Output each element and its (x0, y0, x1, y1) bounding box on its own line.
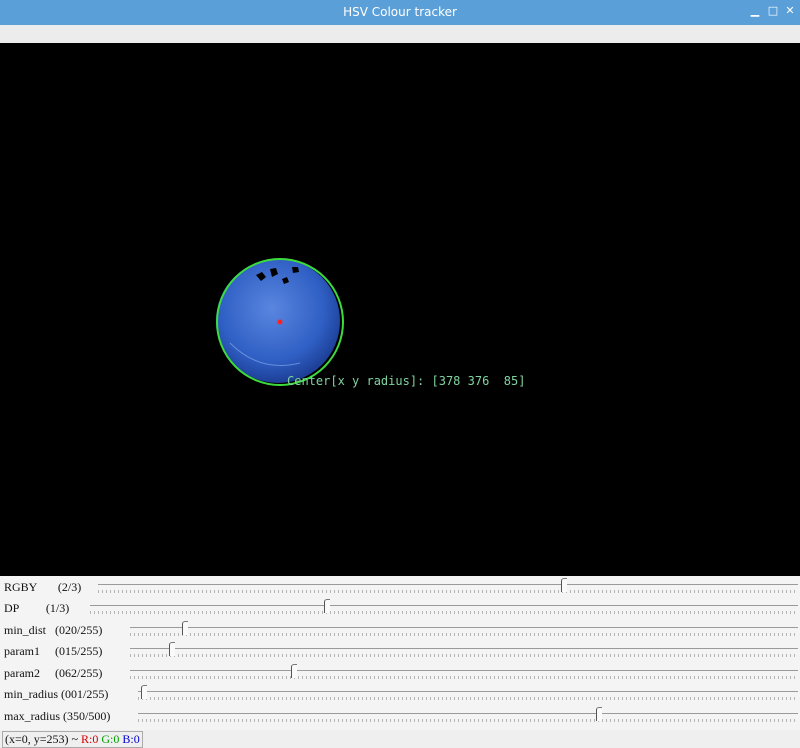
center-readout: Center[x y radius]: [378 376 85] (287, 374, 526, 388)
trackbar-label: param1 (015/255) (4, 644, 103, 658)
trackbar-rgby: RGBY (2/3) (0, 576, 800, 597)
trackbar-slider[interactable] (130, 664, 798, 679)
center-dot (277, 319, 283, 325)
pixel-info: (x=0, y=253) ~ R:0 G:0 B:0 (2, 731, 143, 748)
trackbar-slider[interactable] (90, 599, 798, 614)
close-button[interactable]: ✕ (783, 3, 797, 19)
blue-value: B:0 (122, 732, 140, 746)
trackbar-label: max_radius (350/500) (4, 709, 111, 723)
trackbar-max-radius: max_radius (350/500) (0, 705, 800, 726)
slider-handle[interactable] (324, 599, 330, 613)
window-title: HSV Colour tracker (343, 5, 457, 19)
cursor-position: (x=0, y=253) ~ (5, 732, 82, 746)
trackbar-slider[interactable] (138, 707, 798, 722)
toolbar (0, 25, 800, 44)
trackbar-min-radius: min_radius (001/255) (0, 683, 800, 704)
slider-handle[interactable] (141, 685, 147, 699)
trackbar-slider[interactable] (130, 642, 798, 657)
trackbar-param2: param2 (062/255) (0, 662, 800, 683)
trackbar-dp: DP (1/3) (0, 597, 800, 618)
camera-view[interactable]: Center[x y radius]: [378 376 85] (0, 43, 800, 576)
trackbar-slider[interactable] (130, 621, 798, 636)
trackbar-label: param2 (062/255) (4, 666, 103, 680)
trackbar-label: min_dist (020/255) (4, 623, 103, 637)
status-bar: (x=0, y=253) ~ R:0 G:0 B:0 (0, 730, 800, 748)
green-value: G:0 (101, 732, 120, 746)
slider-handle[interactable] (561, 578, 567, 592)
trackbar-param1: param1 (015/255) (0, 640, 800, 661)
trackbar-label: DP (1/3) (4, 601, 70, 615)
slider-handle[interactable] (169, 642, 175, 656)
slider-handle[interactable] (182, 621, 188, 635)
tracking-overlay (216, 258, 344, 386)
trackbar-slider[interactable] (98, 578, 798, 593)
trackbar-label: RGBY (2/3) (4, 580, 82, 594)
trackbar-min-dist: min_dist (020/255) (0, 619, 800, 640)
trackbar-panel: RGBY (2/3) DP (1/3) min_dist (020/255) p… (0, 576, 800, 730)
slider-handle[interactable] (291, 664, 297, 678)
trackbar-slider[interactable] (138, 685, 798, 700)
maximize-button[interactable]: □ (766, 3, 780, 19)
title-bar: HSV Colour tracker ▁ □ ✕ (0, 0, 800, 25)
trackbar-label: min_radius (001/255) (4, 687, 109, 701)
slider-handle[interactable] (596, 707, 602, 721)
red-value: R:0 (81, 732, 99, 746)
minimize-button[interactable]: ▁ (748, 3, 762, 19)
